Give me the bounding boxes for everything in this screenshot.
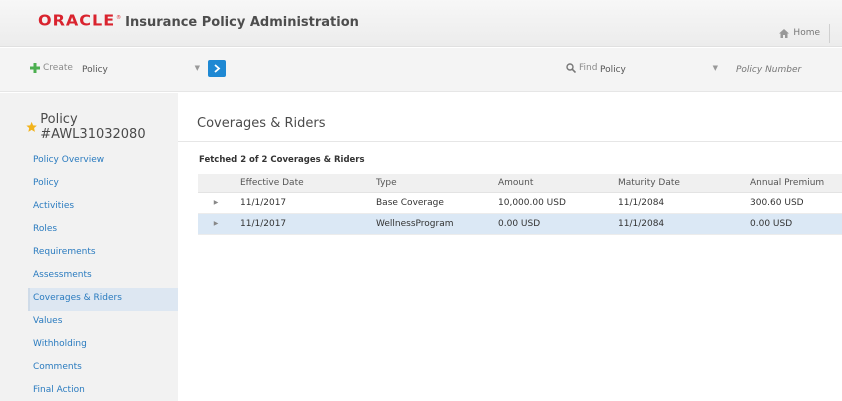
triangle-right-icon: ▶ <box>213 199 219 206</box>
column-header-expand <box>198 174 234 193</box>
cell-annual-premium: 0.00 USD <box>744 213 842 235</box>
main-content: Coverages & Riders Fetched 2 of 2 Covera… <box>178 93 842 401</box>
sidebar-item-coverages-riders[interactable]: Coverages & Riders <box>28 288 178 311</box>
app-title: Insurance Policy Administration <box>125 15 359 30</box>
create-type-select[interactable]: Policy ▼ <box>76 61 204 78</box>
app-header: ORACLE ® Insurance Policy Administration… <box>0 0 842 47</box>
find-label: Find <box>579 63 598 73</box>
home-link[interactable]: Home <box>779 28 820 38</box>
sidebar-item-assessments[interactable]: Assessments <box>28 265 178 288</box>
find-button[interactable]: Find <box>566 63 597 73</box>
logo-trademark: ® <box>116 15 122 21</box>
sidebar-item-policy[interactable]: Policy <box>28 173 178 196</box>
expand-row-toggle[interactable]: ▶ <box>198 192 234 214</box>
cell-amount: 0.00 USD <box>492 213 612 235</box>
triangle-right-icon: ▶ <box>213 220 219 227</box>
oracle-logo[interactable]: ORACLE ® Insurance Policy Administration <box>38 11 359 30</box>
home-icon <box>779 28 790 38</box>
cell-maturity-date: 11/1/2084 <box>612 192 744 214</box>
sidebar-item-activities[interactable]: Activities <box>28 196 178 219</box>
column-header-type[interactable]: Type <box>370 174 492 193</box>
cell-maturity-date: 11/1/2084 <box>612 213 744 235</box>
expand-row-toggle[interactable]: ▶ <box>198 213 234 235</box>
table-row[interactable]: ▶ 11/1/2017 WellnessProgram 0.00 USD 11/… <box>198 213 842 235</box>
column-header-annual-premium[interactable]: Annual Premium <box>744 174 842 193</box>
cell-effective-date: 11/1/2017 <box>234 213 370 235</box>
chevron-right-icon <box>214 64 221 73</box>
find-type-value: Policy <box>600 64 626 75</box>
chevron-down-icon: ▼ <box>194 64 200 72</box>
cell-effective-date: 11/1/2017 <box>234 192 370 214</box>
cell-annual-premium: 300.60 USD <box>744 192 842 214</box>
chevron-down-icon: ▼ <box>712 64 718 72</box>
column-header-maturity-date[interactable]: Maturity Date <box>612 174 744 193</box>
divider <box>178 141 842 142</box>
star-icon[interactable] <box>26 121 37 133</box>
sidebar-item-withholding[interactable]: Withholding <box>28 334 178 357</box>
fetched-count: Fetched 2 of 2 Coverages & Riders <box>199 155 365 165</box>
cell-type: WellnessProgram <box>370 213 492 235</box>
find-type-select[interactable]: Policy ▼ <box>596 61 724 78</box>
home-label: Home <box>793 28 820 38</box>
column-header-amount[interactable]: Amount <box>492 174 612 193</box>
left-panel: Policy #AWL31032080 Policy Overview Poli… <box>0 93 178 401</box>
coverages-table: Effective Date Type Amount Maturity Date… <box>198 174 842 235</box>
create-type-value: Policy <box>82 64 108 75</box>
table-header-row: Effective Date Type Amount Maturity Date… <box>198 174 842 193</box>
logo-brand: ORACLE <box>38 11 116 30</box>
table-row[interactable]: ▶ 11/1/2017 Base Coverage 10,000.00 USD … <box>198 192 842 214</box>
sidebar-item-roles[interactable]: Roles <box>28 219 178 242</box>
sidebar-item-values[interactable]: Values <box>28 311 178 334</box>
create-go-button[interactable] <box>208 60 226 77</box>
sidebar-item-comments[interactable]: Comments <box>28 357 178 380</box>
column-header-effective-date[interactable]: Effective Date <box>234 174 370 193</box>
policy-title: Policy #AWL31032080 <box>40 112 146 142</box>
search-icon <box>566 63 576 73</box>
create-label: Create <box>43 63 73 73</box>
create-button[interactable]: Create <box>30 63 73 73</box>
sidebar-item-final-action[interactable]: Final Action <box>28 380 178 401</box>
cell-type: Base Coverage <box>370 192 492 214</box>
plus-icon <box>30 63 40 73</box>
cell-amount: 10,000.00 USD <box>492 192 612 214</box>
page-title: Coverages & Riders <box>197 116 326 131</box>
policy-nav: Policy Overview Policy Activities Roles … <box>28 150 178 401</box>
header-divider <box>829 24 830 43</box>
sidebar-item-policy-overview[interactable]: Policy Overview <box>28 150 178 173</box>
policy-number-input[interactable] <box>730 61 840 78</box>
toolbar: Create Policy ▼ Find Policy ▼ <box>0 48 842 92</box>
sidebar-item-requirements[interactable]: Requirements <box>28 242 178 265</box>
policy-header: Policy #AWL31032080 <box>26 112 178 142</box>
